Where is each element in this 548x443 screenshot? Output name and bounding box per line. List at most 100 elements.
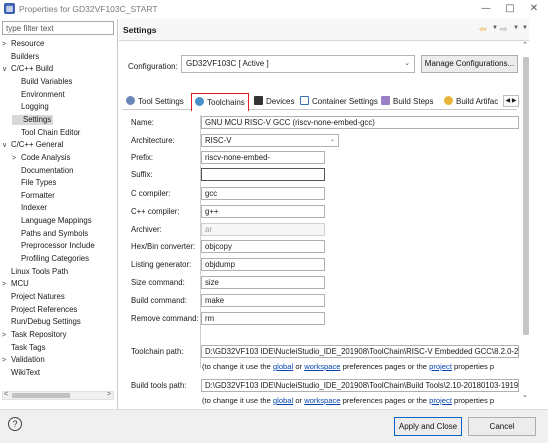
sidebar-item[interactable]: WikiText (2, 368, 40, 378)
global-preferences-link[interactable]: global (273, 362, 293, 371)
maximize-icon[interactable]: □ (502, 2, 518, 16)
chevron-down-icon[interactable]: ∨ (2, 141, 11, 151)
listing-field[interactable]: objdump (201, 258, 325, 271)
back-dropdown-icon[interactable]: ▼ (492, 25, 498, 31)
manage-configurations-button[interactable]: Manage Configurations... (421, 55, 518, 73)
sidebar-item[interactable]: Logging (12, 102, 49, 112)
sidebar-item-label: Linux Tools Path (11, 266, 69, 276)
c-compiler-field[interactable]: gcc (201, 187, 325, 200)
sidebar-item[interactable]: Preprocessor Include (12, 241, 95, 251)
chevron-right-icon[interactable]: > (2, 280, 11, 290)
sidebar-item[interactable]: Run/Debug Settings (2, 317, 81, 327)
apply-and-close-button[interactable]: Apply and Close (394, 417, 462, 436)
sidebar-item[interactable]: Settings (12, 114, 54, 126)
scroll-right-icon[interactable]: > (107, 391, 111, 398)
tab-devices[interactable]: Devices (251, 95, 297, 110)
filter-input[interactable] (2, 21, 114, 35)
sidebar-item[interactable]: Builders (2, 52, 39, 62)
suffix-field[interactable] (201, 168, 325, 181)
scroll-thumb[interactable] (12, 393, 70, 398)
sidebar-item[interactable]: Task Tags (2, 343, 46, 353)
tab-toolchains[interactable]: Toolchains (191, 93, 249, 111)
sidebar-item-label: C/C++ General (11, 140, 64, 150)
chevron-down-icon[interactable]: ∨ (2, 65, 11, 75)
configuration-select[interactable]: GD32VF103C [ Active ] ⌄ (181, 55, 415, 73)
sidebar-item[interactable]: Documentation (12, 166, 73, 176)
chevron-right-icon[interactable]: > (2, 40, 11, 50)
sidebar-item[interactable]: ∨ C/C++ General (2, 140, 63, 150)
cancel-button[interactable]: Cancel (468, 417, 536, 436)
scroll-up-icon[interactable]: ⌃ (522, 41, 528, 49)
sidebar-item-label: C/C++ Build (11, 64, 54, 74)
toolchain-path-field[interactable]: D:\GD32VF103 IDE\NucleiStudio_IDE_201908… (201, 345, 519, 358)
note-text: preferences pages or the (340, 362, 430, 371)
workspace-preferences-link[interactable]: workspace (304, 362, 340, 371)
hexbin-field[interactable]: objcopy (201, 240, 325, 253)
sidebar-item[interactable]: Paths and Symbols (12, 229, 88, 239)
sidebar-item[interactable]: Profiling Categories (12, 254, 89, 264)
build-command-field[interactable]: make (201, 294, 325, 307)
sidebar-item[interactable]: Tool Chain Editor (12, 128, 80, 138)
sidebar-item[interactable]: ∨ C/C++ Build (2, 64, 53, 74)
toolchain-path-label: Toolchain path: (131, 347, 184, 356)
sidebar-item[interactable]: Environment (12, 90, 65, 100)
chevron-right-icon[interactable]: > (12, 154, 21, 164)
workspace-preferences-link[interactable]: workspace (304, 396, 340, 405)
help-icon[interactable]: ? (8, 417, 22, 431)
name-field[interactable]: GNU MCU RISC-V GCC (riscv-none-embed-gcc… (201, 116, 519, 129)
back-arrow-icon[interactable]: ⇦ (479, 24, 487, 35)
sidebar-item[interactable]: File Types (12, 178, 56, 188)
scroll-left-icon[interactable]: < (4, 391, 8, 398)
build-tools-path-field[interactable]: D:\GD32VF103 IDE\NucleiStudio_IDE_201908… (201, 379, 519, 392)
chevron-right-icon[interactable]: > (2, 356, 11, 366)
size-field[interactable]: size (201, 276, 325, 289)
tab-tool-settings[interactable]: Tool Settings (123, 95, 187, 110)
properties-icon: ▦ (4, 3, 15, 14)
scroll-down-icon[interactable]: ⌄ (522, 391, 528, 399)
tab-build-artifact[interactable]: Build Artifac (441, 95, 501, 110)
sidebar-item[interactable]: > Task Repository (2, 330, 66, 340)
main-vertical-scrollbar[interactable]: ⌃ ⌄ (521, 41, 532, 399)
dialog-footer: ? Apply and Close Cancel (0, 409, 548, 443)
c-compiler-value: gcc (205, 189, 218, 198)
prefix-field[interactable]: riscv-none-embed- (201, 151, 325, 164)
build-artifact-icon (444, 96, 453, 105)
sidebar-item[interactable]: Formatter (12, 191, 55, 201)
sidebar-item[interactable]: > Validation (2, 355, 45, 365)
chevron-right-icon[interactable]: > (2, 331, 11, 341)
sidebar-item[interactable]: Build Variables (12, 77, 72, 87)
sidebar-item[interactable]: > MCU (2, 279, 29, 289)
sidebar-item[interactable]: > Code Analysis (12, 153, 70, 163)
sidebar-item-label: MCU (11, 279, 29, 289)
forward-dropdown-icon[interactable]: ▼ (513, 25, 519, 31)
sidebar-item[interactable]: Indexer (12, 203, 47, 213)
page-header: Settings ⇦ ▼ ⇨ ▼ ▼ (119, 19, 529, 41)
sidebar-horizontal-scrollbar[interactable]: < > (2, 391, 114, 400)
sidebar-item[interactable]: > Resource (2, 39, 44, 49)
window-title: Properties for GD32VF103C_START (19, 4, 158, 14)
tab-label: Build Artifac (456, 97, 499, 106)
minimize-icon[interactable]: — (478, 2, 494, 16)
tab-container-settings[interactable]: Container Settings (297, 95, 381, 110)
project-properties-link[interactable]: project (429, 396, 452, 405)
sidebar-item[interactable]: Project Natures (2, 292, 65, 302)
close-icon[interactable]: ✕ (526, 2, 542, 16)
tab-label: Devices (266, 97, 295, 106)
global-preferences-link[interactable]: global (273, 396, 293, 405)
build-tools-path-note: (to change it use the global or workspac… (202, 396, 519, 405)
tab-scroll-arrows[interactable]: ◀ ▶ (503, 95, 519, 107)
view-menu-icon[interactable]: ▼ (522, 25, 528, 31)
architecture-select[interactable]: RISC-V ⌄ (201, 134, 339, 147)
project-properties-link[interactable]: project (429, 362, 452, 371)
sidebar-item-label: Tool Chain Editor (21, 127, 81, 137)
sidebar-item-label: Settings (23, 114, 52, 124)
sidebar-item[interactable]: Project References (2, 305, 77, 315)
forward-arrow-icon[interactable]: ⇨ (500, 24, 508, 35)
scroll-thumb[interactable] (523, 57, 529, 335)
cpp-compiler-field[interactable]: g++ (201, 205, 325, 218)
sidebar-item[interactable]: Language Mappings (12, 216, 92, 226)
sidebar-item[interactable]: Linux Tools Path (2, 267, 68, 277)
title-bar: ▦ Properties for GD32VF103C_START — □ ✕ (0, 0, 548, 19)
tab-build-steps[interactable]: Build Steps (378, 95, 436, 110)
remove-command-field[interactable]: rm (201, 312, 325, 325)
